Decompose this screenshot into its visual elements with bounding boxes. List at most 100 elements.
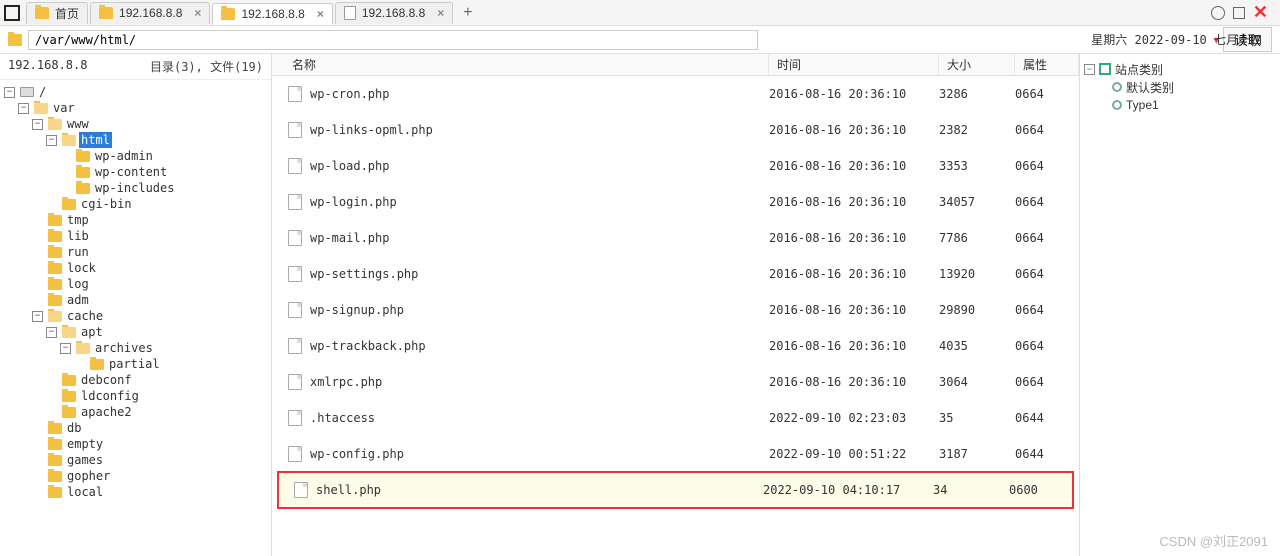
category-item[interactable]: Type1 — [1084, 96, 1276, 114]
file-icon — [288, 446, 302, 462]
tree-node[interactable]: cgi-bin — [4, 196, 271, 212]
file-row[interactable]: .htaccess2022-09-10 02:23:03350644 — [272, 400, 1079, 436]
tree-node[interactable]: −archives — [4, 340, 271, 356]
tab-0[interactable]: 首页 — [26, 2, 88, 24]
folder-open-icon — [62, 135, 76, 146]
left-header: 192.168.8.8 目录(3), 文件(19) — [0, 54, 271, 80]
new-tab-button[interactable]: + — [455, 4, 480, 22]
col-time[interactable]: 时间 — [769, 54, 939, 75]
tree-node[interactable]: debconf — [4, 372, 271, 388]
tree-node[interactable]: −/ — [4, 84, 271, 100]
tree-toggle-icon[interactable]: − — [46, 327, 57, 338]
tree-toggle-icon[interactable]: − — [32, 311, 43, 322]
folder-icon — [90, 359, 104, 370]
file-attr: 0664 — [1015, 231, 1079, 245]
file-icon — [288, 266, 302, 282]
tree-node[interactable]: lib — [4, 228, 271, 244]
file-row[interactable]: shell.php2022-09-10 04:10:17340600 — [278, 472, 1073, 508]
tree-node[interactable]: wp-admin — [4, 148, 271, 164]
tree-node[interactable]: adm — [4, 292, 271, 308]
folder-icon — [62, 391, 76, 402]
tree-node[interactable]: gopher — [4, 468, 271, 484]
tab-close-icon[interactable]: × — [317, 7, 324, 21]
tree-node[interactable]: apache2 — [4, 404, 271, 420]
column-headers[interactable]: 名称 时间 大小 属性 — [272, 54, 1079, 76]
tab-close-icon[interactable]: × — [437, 6, 444, 20]
collapse-icon[interactable]: − — [1084, 64, 1095, 75]
file-row[interactable]: wp-links-opml.php2016-08-16 20:36:102382… — [272, 112, 1079, 148]
file-time: 2016-08-16 20:36:10 — [769, 123, 939, 137]
tree-node[interactable]: local — [4, 484, 271, 500]
directory-tree[interactable]: −/−var−www−htmlwp-adminwp-contentwp-incl… — [0, 80, 271, 556]
tree-label: log — [65, 276, 91, 292]
tree-label: cgi-bin — [79, 196, 134, 212]
tree-node[interactable]: db — [4, 420, 271, 436]
tree-node[interactable]: wp-includes — [4, 180, 271, 196]
col-attr[interactable]: 属性 — [1015, 54, 1079, 75]
tree-toggle-icon[interactable]: − — [32, 119, 43, 130]
tree-node[interactable]: games — [4, 452, 271, 468]
category-root-label: 站点类别 — [1115, 61, 1163, 78]
tree-node[interactable]: partial — [4, 356, 271, 372]
file-attr: 0664 — [1015, 195, 1079, 209]
tree-label: partial — [107, 356, 162, 372]
file-name: wp-links-opml.php — [310, 123, 769, 137]
folder-icon — [8, 34, 22, 46]
tab-close-icon[interactable]: × — [194, 6, 201, 20]
tree-toggle-icon[interactable]: − — [4, 87, 15, 98]
tree-node[interactable]: run — [4, 244, 271, 260]
file-time: 2016-08-16 20:36:10 — [769, 195, 939, 209]
tree-node[interactable]: empty — [4, 436, 271, 452]
file-row[interactable]: wp-trackback.php2016-08-16 20:36:1040350… — [272, 328, 1079, 364]
tree-node[interactable]: − www — [4, 116, 271, 132]
path-input[interactable] — [28, 30, 758, 50]
folder-icon — [48, 471, 62, 482]
file-icon — [288, 374, 302, 390]
minimize-icon[interactable] — [1211, 6, 1225, 20]
file-row[interactable]: wp-login.php2016-08-16 20:36:10340570664 — [272, 184, 1079, 220]
category-item[interactable]: 默认类别 — [1084, 78, 1276, 96]
file-row[interactable]: wp-mail.php2016-08-16 20:36:1077860664 — [272, 220, 1079, 256]
tab-3[interactable]: 192.168.8.8× — [335, 2, 453, 24]
tree-node[interactable]: −apt — [4, 324, 271, 340]
tree-node[interactable]: lock — [4, 260, 271, 276]
tab-2[interactable]: 192.168.8.8× — [212, 3, 332, 25]
tree-node[interactable]: −html — [4, 132, 271, 148]
folder-icon — [48, 215, 62, 226]
tree-toggle-icon[interactable]: − — [46, 135, 57, 146]
tree-node[interactable]: wp-content — [4, 164, 271, 180]
file-row[interactable]: wp-config.php2022-09-10 00:51:2231870644 — [272, 436, 1079, 472]
tree-node[interactable]: −var — [4, 100, 271, 116]
file-row[interactable]: wp-settings.php2016-08-16 20:36:10139200… — [272, 256, 1079, 292]
tree-label: www — [65, 116, 91, 132]
maximize-icon[interactable] — [1233, 7, 1245, 19]
file-row[interactable]: xmlrpc.php2016-08-16 20:36:1030640664 — [272, 364, 1079, 400]
file-size: 34 — [933, 483, 1009, 497]
file-row[interactable]: wp-signup.php2016-08-16 20:36:1029890066… — [272, 292, 1079, 328]
file-icon — [288, 194, 302, 210]
site-category-root[interactable]: − 站点类别 — [1084, 60, 1276, 78]
folder-icon — [48, 279, 62, 290]
tab-1[interactable]: 192.168.8.8× — [90, 2, 210, 24]
file-list[interactable]: wp-cron.php2016-08-16 20:36:1032860664wp… — [272, 76, 1079, 556]
tree-node[interactable]: log — [4, 276, 271, 292]
file-row[interactable]: wp-load.php2016-08-16 20:36:1033530664 — [272, 148, 1079, 184]
tree-label: local — [65, 484, 105, 500]
folder-icon — [48, 423, 62, 434]
folder-icon — [48, 487, 62, 498]
title-bar: 首页192.168.8.8×192.168.8.8×192.168.8.8× +… — [0, 0, 1280, 26]
tree-toggle-icon[interactable]: − — [60, 343, 71, 354]
close-icon[interactable]: ✕ — [1253, 2, 1268, 23]
folder-open-icon — [34, 103, 48, 114]
col-size[interactable]: 大小 — [939, 54, 1015, 75]
file-size: 3187 — [939, 447, 1015, 461]
file-row[interactable]: wp-cron.php2016-08-16 20:36:1032860664 — [272, 76, 1079, 112]
file-time: 2016-08-16 20:36:10 — [769, 231, 939, 245]
file-time: 2022-09-10 00:51:22 — [769, 447, 939, 461]
tree-node[interactable]: tmp — [4, 212, 271, 228]
tree-node[interactable]: ldconfig — [4, 388, 271, 404]
tree-node[interactable]: −cache — [4, 308, 271, 324]
tree-toggle-icon[interactable]: − — [18, 103, 29, 114]
tree-label: wp-includes — [93, 180, 176, 196]
col-name[interactable]: 名称 — [272, 54, 769, 75]
